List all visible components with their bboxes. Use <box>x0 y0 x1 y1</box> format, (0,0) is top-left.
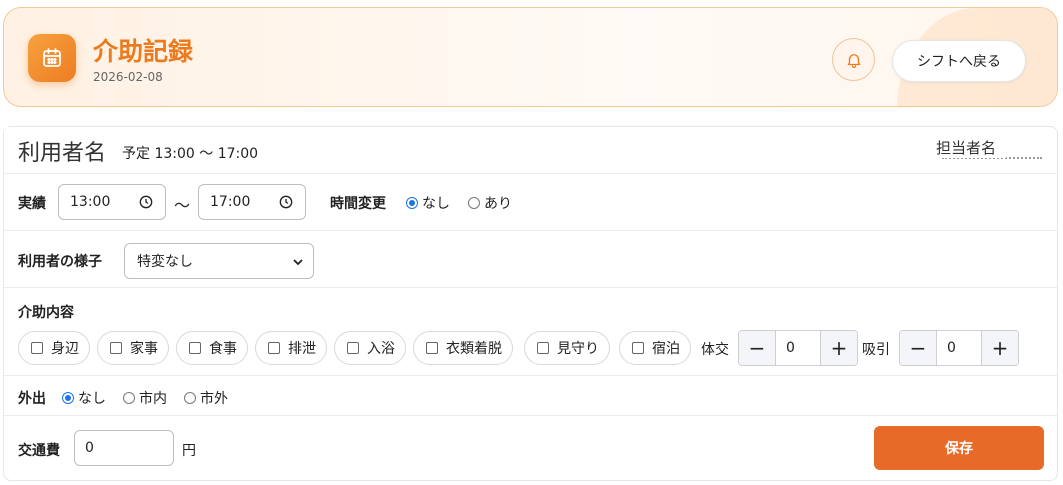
chevron-down-icon <box>293 259 303 266</box>
care-item-shinpen[interactable]: 身辺 <box>18 331 90 365</box>
chip-label: 身辺 <box>51 341 79 357</box>
save-button[interactable]: 保存 <box>874 426 1044 470</box>
user-name: 利用者名 <box>18 141 107 166</box>
bell-icon <box>847 53 860 68</box>
transport-input[interactable]: 0 <box>74 430 174 466</box>
back-to-shift-button[interactable]: シフトへ戻る <box>892 40 1026 82</box>
radio-label: なし <box>78 391 106 407</box>
care-item-shukuhaku[interactable]: 宿泊 <box>619 331 691 365</box>
actual-time-row: 実績 13:00 〜 17:00 時間変更 なし あり <box>4 174 1057 231</box>
page-header: 介助記録 2026-02-08 シフトへ戻る <box>3 7 1058 107</box>
checkbox[interactable] <box>347 342 359 354</box>
checkbox[interactable] <box>426 342 438 354</box>
clock-icon <box>139 195 153 209</box>
radio-button[interactable] <box>468 197 480 209</box>
chip-label: 家事 <box>130 341 158 357</box>
condition-select[interactable]: 特変なし <box>124 243 314 279</box>
chip-label: 衣類着脱 <box>446 341 502 357</box>
transport-unit: 円 <box>182 443 196 459</box>
care-row: 介助内容 身辺 家事 食事 排泄 入浴 衣類着脱 見守り 宿泊 体交 − 0 + <box>4 288 1057 376</box>
chip-label: 見守り <box>557 341 599 357</box>
suction-value[interactable]: 0 <box>936 331 982 365</box>
care-item-iruichakudatsu[interactable]: 衣類着脱 <box>413 331 513 365</box>
calendar-icon <box>28 34 76 82</box>
transport-label: 交通費 <box>18 443 60 459</box>
suction-decrement-button[interactable]: − <box>900 331 936 365</box>
care-label: 介助内容 <box>18 305 74 321</box>
user-name-box: 利用者名 <box>4 127 120 173</box>
checkbox[interactable] <box>268 342 280 354</box>
outing-in-city[interactable]: 市内 <box>123 388 167 408</box>
record-card: 利用者名 予定 13:00 〜 17:00 担当者名 実績 13:00 〜 17… <box>3 126 1058 481</box>
radio-button[interactable] <box>184 392 196 404</box>
radio-button[interactable] <box>406 197 418 209</box>
turning-increment-button[interactable]: + <box>821 331 857 365</box>
checkbox[interactable] <box>632 342 644 354</box>
actual-end-value: 17:00 <box>210 194 251 210</box>
outing-out-city[interactable]: 市外 <box>184 388 228 408</box>
outing-row: 外出 なし 市内 市外 <box>4 376 1057 416</box>
user-row: 利用者名 予定 13:00 〜 17:00 担当者名 <box>4 127 1057 174</box>
page-date: 2026-02-08 <box>93 70 163 84</box>
checkbox[interactable] <box>31 342 43 354</box>
condition-row: 利用者の様子 特変なし <box>4 231 1057 288</box>
clock-icon <box>279 195 293 209</box>
suction-stepper: − 0 + <box>899 330 1019 366</box>
staff-name: 担当者名 <box>936 137 1007 158</box>
suction-label: 吸引 <box>862 342 890 358</box>
time-change-none[interactable]: なし <box>406 193 450 213</box>
notification-button[interactable] <box>832 38 875 81</box>
time-change-yes[interactable]: あり <box>468 193 512 213</box>
condition-value: 特変なし <box>137 254 193 270</box>
radio-label: あり <box>484 196 512 212</box>
turning-decrement-button[interactable]: − <box>739 331 775 365</box>
care-item-haisetsu[interactable]: 排泄 <box>255 331 327 365</box>
radio-button[interactable] <box>62 392 74 404</box>
checkbox[interactable] <box>189 342 201 354</box>
outing-none[interactable]: なし <box>62 388 106 408</box>
outing-label: 外出 <box>18 391 46 407</box>
radio-button[interactable] <box>123 392 135 404</box>
chip-label: 食事 <box>209 341 237 357</box>
radio-label: 市内 <box>139 391 167 407</box>
chip-label: 排泄 <box>288 341 316 357</box>
actual-label: 実績 <box>18 196 46 212</box>
page-title: 介助記録 <box>93 37 194 66</box>
radio-label: なし <box>422 196 450 212</box>
transport-row: 交通費 0 円 保存 <box>4 416 1057 480</box>
checkbox[interactable] <box>537 342 549 354</box>
actual-end-input[interactable]: 17:00 <box>198 184 306 220</box>
checkbox[interactable] <box>110 342 122 354</box>
time-change-label: 時間変更 <box>330 196 386 212</box>
radio-label: 市外 <box>200 391 228 407</box>
condition-label: 利用者の様子 <box>18 254 102 270</box>
care-item-nyuyoku[interactable]: 入浴 <box>334 331 406 365</box>
chip-label: 宿泊 <box>652 341 680 357</box>
chip-label: 入浴 <box>367 341 395 357</box>
care-item-mimamori[interactable]: 見守り <box>524 331 610 365</box>
schedule-text: 予定 13:00 〜 17:00 <box>122 146 259 162</box>
turning-value[interactable]: 0 <box>775 331 821 365</box>
turning-label: 体交 <box>701 342 729 358</box>
actual-start-input[interactable]: 13:00 <box>58 184 166 220</box>
care-item-shokuji[interactable]: 食事 <box>176 331 248 365</box>
actual-start-value: 13:00 <box>70 194 111 210</box>
suction-increment-button[interactable]: + <box>982 331 1018 365</box>
time-separator: 〜 <box>174 196 191 215</box>
turning-stepper: − 0 + <box>738 330 858 366</box>
care-item-kaji[interactable]: 家事 <box>97 331 169 365</box>
